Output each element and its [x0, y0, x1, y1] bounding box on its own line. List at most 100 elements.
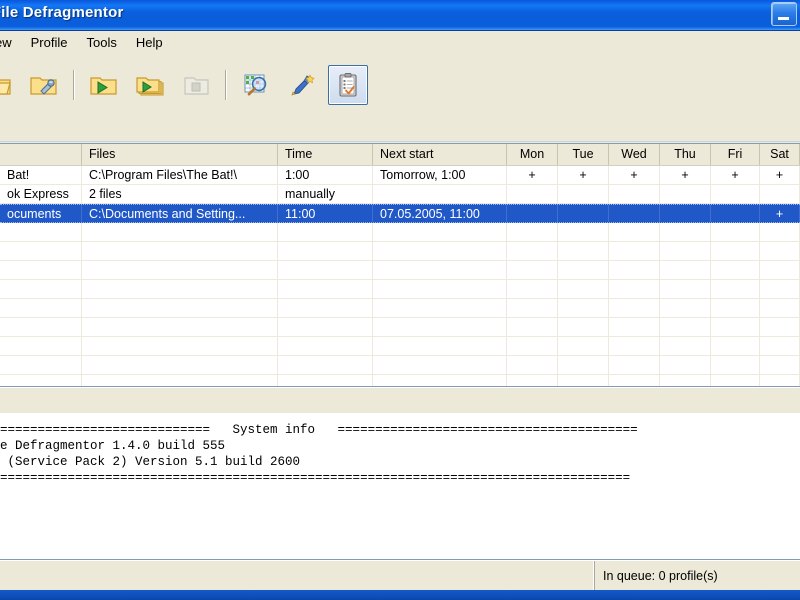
cell-tue: [558, 205, 609, 222]
table-row-empty[interactable]: [0, 356, 800, 375]
cell-empty: [711, 261, 760, 279]
grid-column-header-next_start[interactable]: Next start: [373, 144, 507, 165]
table-row[interactable]: Bat! C:\Program Files\The Bat!\ 1:00 Tomorr…: [0, 166, 800, 185]
cell-empty: [373, 318, 507, 336]
cell-mon: [507, 185, 558, 203]
cell-empty: [558, 299, 609, 317]
grid-column-header-thu[interactable]: Thu: [660, 144, 711, 165]
cell-wed: +: [609, 166, 660, 184]
toolbar-edit-profile-button[interactable]: [24, 65, 64, 105]
minimize-button[interactable]: [771, 2, 797, 26]
cell-empty: [760, 261, 800, 279]
cell-empty: [558, 280, 609, 298]
table-row-empty[interactable]: [0, 375, 800, 386]
grid-column-header-fri[interactable]: Fri: [711, 144, 760, 165]
cell-empty: [0, 356, 82, 374]
toolbar-analyze-button[interactable]: [236, 65, 276, 105]
cell-empty: [660, 223, 711, 241]
cell-empty: [0, 223, 82, 241]
cell-sat: [760, 185, 800, 203]
cell-next_start: 07.05.2005, 11:00: [373, 205, 507, 222]
cell-empty: [609, 356, 660, 374]
grid-column-header-time[interactable]: Time: [278, 144, 373, 165]
toolbar-wizard-button[interactable]: [282, 65, 322, 105]
table-row[interactable]: ok Express 2 files manually: [0, 185, 800, 204]
toolbar-stop-button[interactable]: [176, 65, 216, 105]
table-row-empty[interactable]: [0, 242, 800, 261]
grid-column-header-tue[interactable]: Tue: [558, 144, 609, 165]
cell-empty: [373, 375, 507, 386]
cell-empty: [507, 223, 558, 241]
menu-item-profile[interactable]: Profile: [22, 33, 77, 52]
cell-empty: [507, 375, 558, 386]
table-row-empty[interactable]: [0, 318, 800, 337]
cell-empty: [760, 318, 800, 336]
cell-fri: +: [711, 166, 760, 184]
background-window-strip: [0, 590, 800, 600]
cell-empty: [609, 318, 660, 336]
cell-empty: [278, 242, 373, 260]
table-row-empty[interactable]: [0, 261, 800, 280]
cell-empty: [711, 280, 760, 298]
log-line: s XP (Service Pack 2) Version 5.1 build …: [0, 455, 301, 469]
cell-empty: [558, 318, 609, 336]
cell-empty: [711, 223, 760, 241]
cell-empty: [0, 261, 82, 279]
cell-time: 1:00: [278, 166, 373, 184]
log-line: ========================================…: [0, 471, 631, 485]
toolbar-open-profile-button[interactable]: [0, 65, 18, 105]
cell-empty: [558, 375, 609, 386]
cell-empty: [711, 242, 760, 260]
cell-empty: [609, 223, 660, 241]
cell-empty: [278, 375, 373, 386]
wizard-wand-icon: [291, 74, 315, 96]
cell-empty: [82, 280, 278, 298]
cell-empty: [82, 299, 278, 317]
table-row[interactable]: ocuments C:\Documents and Setting... 11:00…: [0, 204, 800, 223]
grid-column-header-files[interactable]: Files: [82, 144, 278, 165]
grid-body[interactable]: Bat! C:\Program Files\The Bat!\ 1:00 Tomorr…: [0, 166, 800, 386]
table-row-empty[interactable]: [0, 337, 800, 356]
cell-empty: [760, 223, 800, 241]
title-bar: d File Defragmentor: [0, 0, 800, 31]
cell-empty: [278, 337, 373, 355]
log-text: ================================ System …: [0, 413, 800, 486]
log-line: ================================ System …: [0, 423, 638, 437]
toolbar-lower-band: [0, 117, 800, 144]
cell-profile: ok Express: [0, 185, 82, 203]
cell-fri: [711, 185, 760, 203]
grid-column-header-profile[interactable]: [0, 144, 82, 165]
profiles-grid[interactable]: Files Time Next start Mon Tue Wed Thu Fri Sat Ba…: [0, 144, 800, 387]
toolbar-show-log-button[interactable]: [328, 65, 368, 105]
cell-empty: [609, 375, 660, 386]
cell-time: 11:00: [278, 205, 373, 222]
cell-tue: [558, 185, 609, 203]
cell-empty: [373, 356, 507, 374]
pane-splitter[interactable]: [0, 387, 800, 414]
table-row-empty[interactable]: [0, 223, 800, 242]
folder-stop-icon: [184, 77, 209, 95]
log-pane[interactable]: ================================ System …: [0, 413, 800, 560]
cell-empty: [507, 299, 558, 317]
grid-column-header-mon[interactable]: Mon: [507, 144, 558, 165]
cell-empty: [507, 318, 558, 336]
grid-column-header-sat[interactable]: Sat: [760, 144, 800, 165]
cell-empty: [373, 242, 507, 260]
menu-item-tools[interactable]: Tools: [77, 33, 125, 52]
grid-column-header-wed[interactable]: Wed: [609, 144, 660, 165]
menu-item-help[interactable]: Help: [127, 33, 172, 52]
cell-empty: [609, 337, 660, 355]
table-row-empty[interactable]: [0, 280, 800, 299]
cell-empty: [373, 261, 507, 279]
cell-empty: [0, 375, 82, 386]
cell-empty: [278, 356, 373, 374]
cell-empty: [507, 337, 558, 355]
cell-empty: [278, 318, 373, 336]
cell-empty: [760, 280, 800, 298]
cell-empty: [609, 261, 660, 279]
toolbar-run-all-profiles-button[interactable]: [130, 65, 170, 105]
menu-item-view[interactable]: ew: [0, 33, 21, 52]
window-controls: [771, 2, 797, 26]
toolbar-run-profile-button[interactable]: [84, 65, 124, 105]
table-row-empty[interactable]: [0, 299, 800, 318]
